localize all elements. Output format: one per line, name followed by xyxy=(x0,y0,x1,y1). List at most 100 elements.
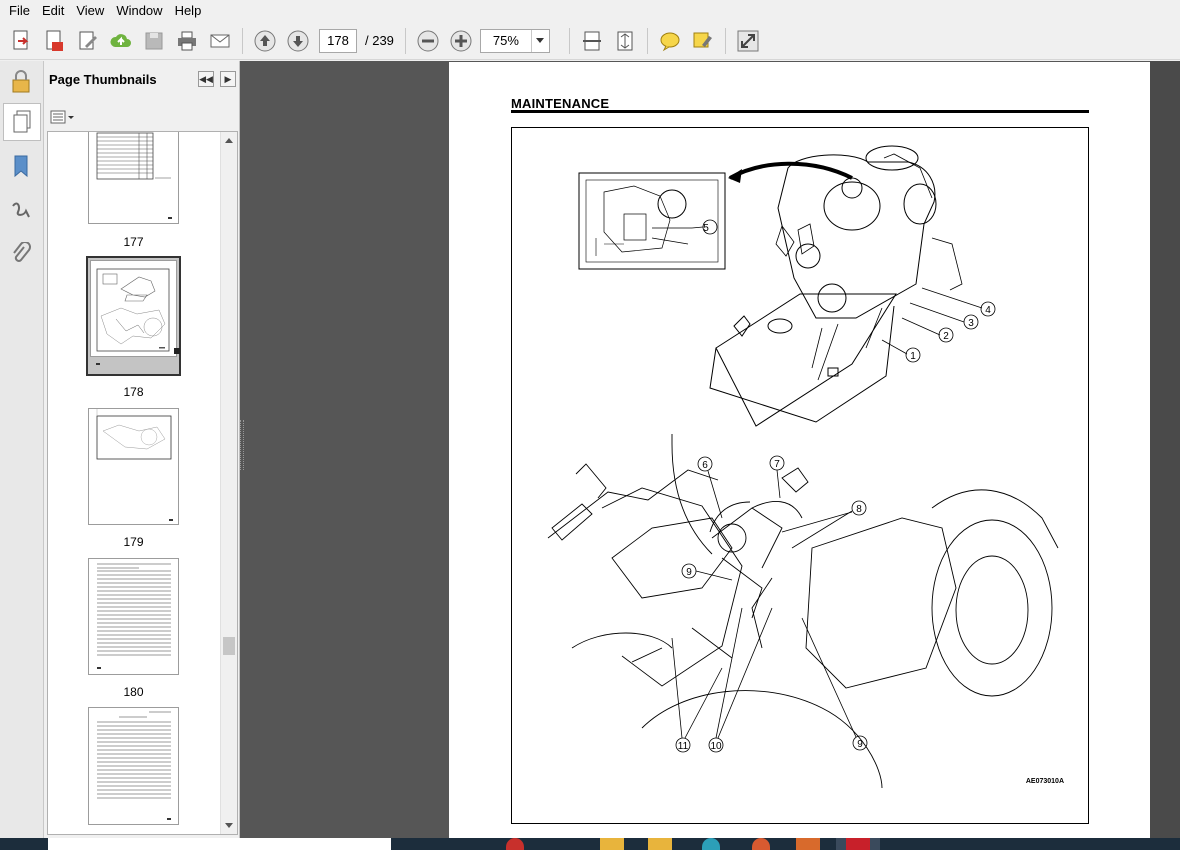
menu-help[interactable]: Help xyxy=(169,0,208,22)
previous-page-button[interactable] xyxy=(251,27,279,55)
thumbnail-label: 177 xyxy=(123,235,144,249)
page-number-input[interactable]: 178 xyxy=(319,28,357,53)
panel-splitter[interactable] xyxy=(240,420,244,470)
paperclip-icon xyxy=(13,242,31,262)
options-menu-icon xyxy=(50,110,74,124)
zoom-out-button[interactable] xyxy=(414,27,442,55)
inset-detail xyxy=(578,172,726,270)
bookmark-icon xyxy=(14,155,28,178)
callout-6: 6 xyxy=(702,460,708,471)
collapse-panel-button[interactable]: ◀◀ xyxy=(198,71,214,87)
thumbnail-scrollbar[interactable] xyxy=(220,132,237,834)
next-page-button[interactable] xyxy=(284,27,312,55)
zoom-in-button[interactable] xyxy=(447,27,475,55)
signature-icon xyxy=(12,202,30,218)
zoom-select[interactable]: 75% xyxy=(479,28,550,53)
callout-9: 9 xyxy=(686,567,692,578)
chevron-down-icon[interactable] xyxy=(530,29,549,52)
figure-code: AE073010A xyxy=(1025,778,1064,785)
callout-4: 4 xyxy=(985,305,991,316)
toolbar-separator xyxy=(724,27,726,54)
create-pdf-icon xyxy=(13,30,29,49)
scroll-up-icon[interactable] xyxy=(225,138,233,143)
navigation-rail xyxy=(0,61,44,838)
app-icon[interactable] xyxy=(796,838,820,850)
pdf-export-icon xyxy=(46,30,63,51)
attachments-tab[interactable] xyxy=(6,239,36,269)
page-thumbnails-tab[interactable] xyxy=(3,103,41,141)
app-icon[interactable] xyxy=(752,838,770,850)
thumbnail-label: 180 xyxy=(123,685,144,699)
taskbar-search-box[interactable] xyxy=(48,838,391,850)
create-pdf-button[interactable] xyxy=(8,27,36,55)
bookmarks-tab[interactable] xyxy=(6,151,36,181)
edit-document-icon xyxy=(79,31,97,49)
scrollbar-thumb[interactable] xyxy=(223,637,235,655)
lock-icon[interactable] xyxy=(6,67,36,97)
signatures-tab[interactable] xyxy=(6,195,36,225)
thumbnail-list[interactable]: 177 178 179 180 xyxy=(47,131,238,835)
thumbnail-page-178-footer xyxy=(90,357,177,371)
taskbar xyxy=(0,838,1180,850)
page-total-label: / 239 xyxy=(365,33,394,48)
fit-width-button[interactable] xyxy=(578,27,606,55)
engine-maintenance-illustration: 5 1 2 3 4 6 7 8 9 9 10 11 xyxy=(547,145,1059,789)
folder-icon[interactable] xyxy=(600,838,624,850)
arrow-up-icon xyxy=(254,30,276,51)
callout-2: 2 xyxy=(943,331,949,342)
cloud-upload-icon xyxy=(110,33,131,47)
menu-view[interactable]: View xyxy=(70,0,110,22)
pages-icon xyxy=(13,110,31,133)
toolbar-separator xyxy=(646,27,648,54)
fit-page-icon xyxy=(617,31,633,50)
menu-edit[interactable]: Edit xyxy=(36,0,70,22)
callout-5: 5 xyxy=(703,223,709,234)
thumbnail-page-180[interactable] xyxy=(88,558,179,675)
app-icon[interactable] xyxy=(702,838,720,850)
highlighter-icon xyxy=(693,32,712,47)
envelope-icon xyxy=(210,34,230,47)
highlight-button[interactable] xyxy=(689,27,717,55)
speech-bubble-icon xyxy=(660,32,680,51)
menu-bar: File Edit View Window Help xyxy=(0,0,1180,22)
expand-icon xyxy=(737,30,759,51)
thumbnail-preview xyxy=(96,132,172,219)
folder-icon[interactable] xyxy=(648,838,672,850)
thumbnail-options-button[interactable] xyxy=(50,109,76,125)
hydraulic-assembly-drawing xyxy=(547,434,1059,789)
export-pdf-button[interactable] xyxy=(41,27,69,55)
toolbar-separator xyxy=(242,27,243,54)
document-view[interactable]: MAINTENANCE 5 1 2 3 4 6 7 8 9 9 10 11 AE… xyxy=(240,61,1180,838)
thumbnail-page-177[interactable] xyxy=(88,132,179,224)
email-button[interactable] xyxy=(206,27,234,55)
scroll-down-icon[interactable] xyxy=(225,823,233,828)
thumbnail-preview xyxy=(96,268,170,352)
upload-button[interactable] xyxy=(107,27,135,55)
menu-file[interactable]: File xyxy=(3,0,36,22)
pdf-reader-icon xyxy=(846,838,870,850)
browser-icon[interactable] xyxy=(506,838,524,850)
page-heading: MAINTENANCE xyxy=(511,96,610,111)
callout-9: 9 xyxy=(857,739,863,750)
print-button[interactable] xyxy=(173,27,201,55)
comment-button[interactable] xyxy=(656,27,684,55)
page-resize-handle[interactable] xyxy=(174,348,180,354)
thumbnail-page-178[interactable] xyxy=(90,260,177,357)
figure-frame: 5 1 2 3 4 6 7 8 9 9 10 11 AE073010A xyxy=(511,127,1089,824)
fit-page-button[interactable] xyxy=(611,27,639,55)
fit-width-icon xyxy=(582,31,601,50)
save-button[interactable] xyxy=(140,27,168,55)
document-scrollbar-area[interactable] xyxy=(1150,61,1180,838)
thumbnail-label: 179 xyxy=(123,535,144,549)
thumbnail-page-181[interactable] xyxy=(88,707,179,825)
toolbar-separator xyxy=(568,27,570,54)
full-screen-button[interactable] xyxy=(734,27,762,55)
thumbnail-page-179[interactable] xyxy=(88,408,179,525)
expand-panel-button[interactable]: ▶ xyxy=(220,71,236,87)
plus-circle-icon xyxy=(450,30,472,51)
menu-window[interactable]: Window xyxy=(110,0,168,22)
active-app-slot[interactable] xyxy=(836,838,880,850)
edit-pdf-button[interactable] xyxy=(74,27,102,55)
callout-11: 11 xyxy=(678,741,689,752)
fuel-tank-drawing xyxy=(709,293,897,427)
